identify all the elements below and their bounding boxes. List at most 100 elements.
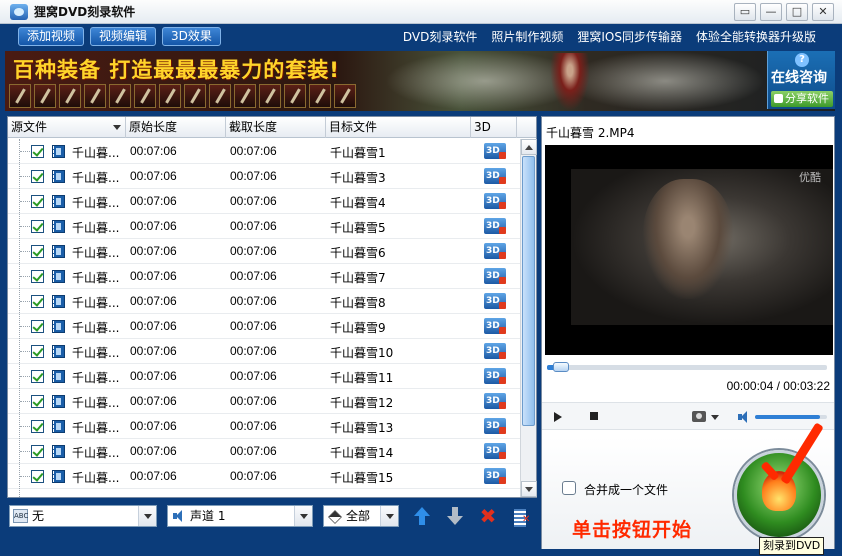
3d-effect-icon[interactable]: 3D: [484, 318, 506, 334]
volume-icon[interactable]: [738, 411, 750, 423]
cell-target-file[interactable]: 千山暮雪4: [330, 194, 386, 211]
table-row[interactable]: 千山暮... 00:07:06 00:07:06 千山暮雪4 3D: [8, 189, 520, 214]
cell-target-file[interactable]: 千山暮雪14: [330, 444, 393, 461]
3d-effect-icon[interactable]: 3D: [484, 143, 506, 159]
row-checkbox[interactable]: [31, 420, 44, 433]
3d-effect-icon[interactable]: 3D: [484, 193, 506, 209]
chevron-down-icon[interactable]: [294, 506, 312, 526]
table-row[interactable]: 千山暮... 00:07:06 00:07:06 千山暮雪1 3D: [8, 139, 520, 164]
table-row[interactable]: 千山暮... 00:07:06 00:07:06 千山暮雪14 3D: [8, 439, 520, 464]
cell-target-file[interactable]: 千山暮雪9: [330, 319, 386, 336]
camera-icon[interactable]: [692, 411, 706, 422]
cell-target-file[interactable]: 千山暮雪10: [330, 344, 393, 361]
link-ios-transfer[interactable]: 狸窝IOS同步传输器: [577, 28, 682, 45]
cell-target-file[interactable]: 千山暮雪15: [330, 469, 393, 486]
column-original-length[interactable]: 原始长度: [126, 117, 226, 138]
table-row[interactable]: 千山暮... 00:07:06 00:07:06 千山暮雪11 3D: [8, 364, 520, 389]
3d-effect-icon[interactable]: 3D: [484, 268, 506, 284]
scroll-up-arrow-icon[interactable]: [521, 139, 537, 155]
chevron-down-icon[interactable]: [380, 506, 398, 526]
row-checkbox[interactable]: [31, 445, 44, 458]
row-checkbox[interactable]: [31, 195, 44, 208]
table-row[interactable]: 千山暮... 00:07:06 00:07:06 千山暮雪15 3D: [8, 464, 520, 489]
subtitle-select[interactable]: ABC 无: [9, 505, 157, 527]
row-checkbox[interactable]: [31, 470, 44, 483]
ad-banner[interactable]: 百种装备 打造最最最暴力的套装! ? 在线咨询 分享软件: [5, 51, 835, 111]
scrollbar-thumb[interactable]: [522, 156, 535, 426]
link-photo-video[interactable]: 照片制作视频: [491, 28, 563, 45]
move-up-icon[interactable]: [411, 506, 433, 528]
row-checkbox[interactable]: [31, 170, 44, 183]
window-controls: ▭ — □ ✕: [734, 3, 834, 21]
row-checkbox[interactable]: [31, 395, 44, 408]
cell-target-file[interactable]: 千山暮雪12: [330, 394, 393, 411]
table-row[interactable]: 千山暮... 00:07:06 00:07:06 千山暮雪7 3D: [8, 264, 520, 289]
video-preview[interactable]: 优酷: [545, 145, 833, 355]
edit-video-button[interactable]: 视频编辑: [90, 26, 157, 46]
cell-target-file[interactable]: 千山暮雪5: [330, 219, 386, 236]
table-row[interactable]: 千山暮... 00:07:06 00:07:06 千山暮雪10 3D: [8, 339, 520, 364]
cell-target-file[interactable]: 千山暮雪3: [330, 169, 386, 186]
table-row[interactable]: 千山暮... 00:07:06 00:07:06 千山暮雪13 3D: [8, 414, 520, 439]
3d-effect-icon[interactable]: 3D: [484, 168, 506, 184]
3d-effect-icon[interactable]: 3D: [484, 368, 506, 384]
3d-effect-icon[interactable]: 3D: [484, 443, 506, 459]
help-icon[interactable]: ?: [795, 53, 809, 67]
cell-target-file[interactable]: 千山暮雪6: [330, 244, 386, 261]
menu-button[interactable]: ▭: [734, 3, 756, 21]
chevron-down-icon[interactable]: [711, 415, 719, 420]
add-video-button[interactable]: 添加视频: [18, 26, 85, 46]
column-target-file[interactable]: 目标文件: [326, 117, 471, 138]
scroll-down-arrow-icon[interactable]: [521, 481, 537, 497]
close-button[interactable]: ✕: [812, 3, 834, 21]
move-down-icon[interactable]: [444, 506, 466, 528]
table-row[interactable]: 千山暮... 00:07:06 00:07:06 千山暮雪5 3D: [8, 214, 520, 239]
audio-track-select[interactable]: 声道 1: [167, 505, 313, 527]
row-checkbox[interactable]: [31, 345, 44, 358]
table-row[interactable]: 千山暮... 00:07:06 00:07:06 千山暮雪3 3D: [8, 164, 520, 189]
3d-effect-icon[interactable]: 3D: [484, 418, 506, 434]
row-checkbox[interactable]: [31, 145, 44, 158]
column-source-file[interactable]: 源文件: [8, 117, 126, 138]
row-checkbox[interactable]: [31, 245, 44, 258]
column-3d[interactable]: 3D: [471, 117, 517, 138]
cell-target-file[interactable]: 千山暮雪8: [330, 294, 386, 311]
seek-bar-thumb[interactable]: [553, 362, 569, 372]
cell-target-file[interactable]: 千山暮雪7: [330, 269, 386, 286]
clear-list-icon[interactable]: [511, 506, 533, 528]
speaker-icon: [171, 509, 186, 523]
row-checkbox[interactable]: [31, 320, 44, 333]
3d-effect-icon[interactable]: 3D: [484, 293, 506, 309]
merge-checkbox-label[interactable]: 合并成一个文件: [584, 481, 668, 498]
3d-effect-icon[interactable]: 3D: [484, 218, 506, 234]
table-row[interactable]: 千山暮... 00:07:06 00:07:06 千山暮雪6 3D: [8, 239, 520, 264]
column-cut-length[interactable]: 截取长度: [226, 117, 326, 138]
merge-checkbox[interactable]: [562, 481, 576, 495]
filter-select[interactable]: 全部: [323, 505, 399, 527]
row-checkbox[interactable]: [31, 370, 44, 383]
maximize-button[interactable]: □: [786, 3, 808, 21]
cell-target-file[interactable]: 千山暮雪1: [330, 144, 386, 161]
3d-effect-icon[interactable]: 3D: [484, 393, 506, 409]
file-list-scrollbar[interactable]: [520, 139, 537, 497]
link-dvd-burner[interactable]: DVD刻录软件: [403, 28, 477, 45]
3d-effect-icon[interactable]: 3D: [484, 343, 506, 359]
online-consult-button[interactable]: 在线咨询: [771, 67, 827, 87]
3d-effect-button[interactable]: 3D效果: [162, 26, 221, 46]
cell-target-file[interactable]: 千山暮雪11: [330, 369, 393, 386]
seek-bar[interactable]: [547, 362, 827, 372]
row-checkbox[interactable]: [31, 270, 44, 283]
row-checkbox[interactable]: [31, 295, 44, 308]
share-software-button[interactable]: 分享软件: [771, 91, 833, 107]
3d-effect-icon[interactable]: 3D: [484, 468, 506, 484]
table-row[interactable]: 千山暮... 00:07:06 00:07:06 千山暮雪8 3D: [8, 289, 520, 314]
chevron-down-icon[interactable]: [138, 506, 156, 526]
table-row[interactable]: 千山暮... 00:07:06 00:07:06 千山暮雪12 3D: [8, 389, 520, 414]
minimize-button[interactable]: —: [760, 3, 782, 21]
3d-effect-icon[interactable]: 3D: [484, 243, 506, 259]
row-checkbox[interactable]: [31, 220, 44, 233]
delete-icon[interactable]: ✖: [477, 506, 499, 528]
table-row[interactable]: 千山暮... 00:07:06 00:07:06 千山暮雪9 3D: [8, 314, 520, 339]
link-converter-upgrade[interactable]: 体验全能转换器升级版: [696, 28, 816, 45]
cell-target-file[interactable]: 千山暮雪13: [330, 419, 393, 436]
